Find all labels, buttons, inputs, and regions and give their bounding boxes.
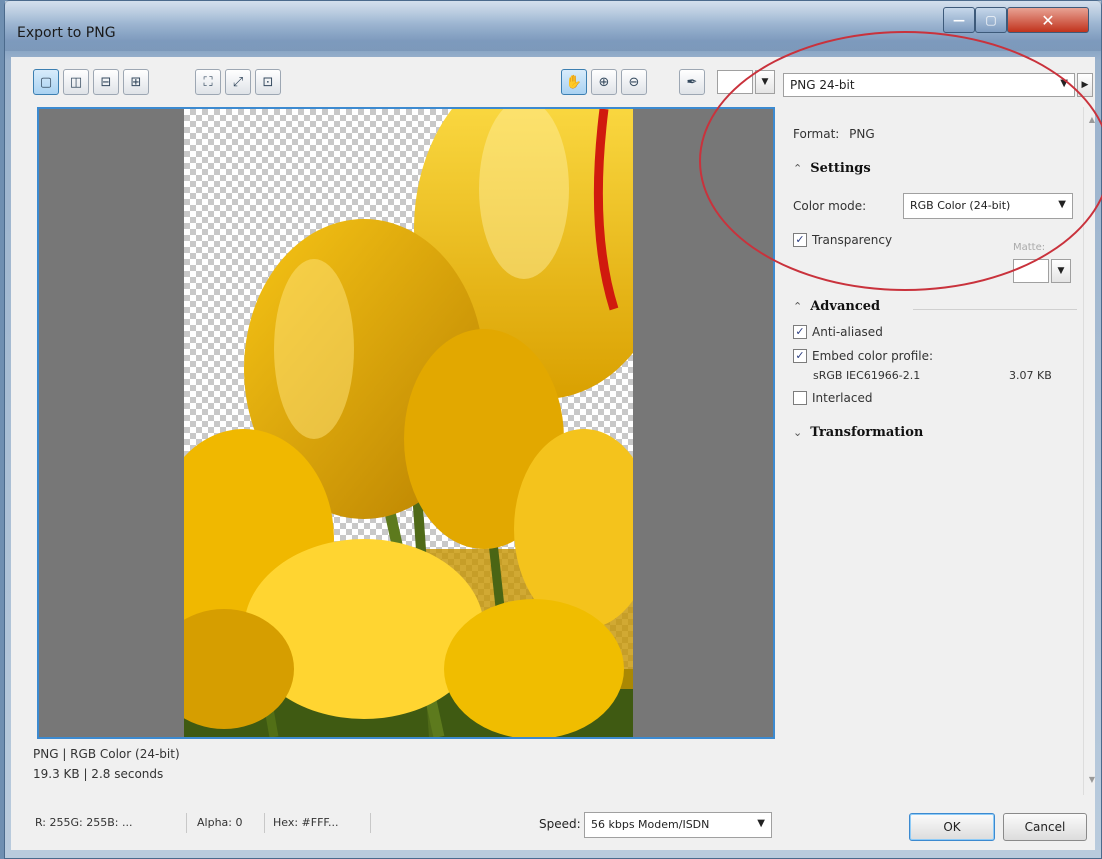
hand-pan-icon: ✋ xyxy=(565,74,583,90)
maximize-icon: ▢ xyxy=(985,13,997,27)
color-mode-select[interactable]: RGB Color (24-bit) ▼ xyxy=(903,193,1073,219)
quad-view-icon: ⊞ xyxy=(130,74,142,90)
rgb-readout: R: 255G: 255B: ... xyxy=(29,813,187,833)
anti-aliased-label: Anti-aliased xyxy=(812,325,883,339)
zoom-in-button[interactable]: ⊕ xyxy=(591,69,617,95)
close-button[interactable]: ✕ xyxy=(1007,7,1089,33)
interlaced-label: Interlaced xyxy=(812,391,873,405)
checkbox-checked-icon: ✓ xyxy=(793,233,807,247)
split-horizontal-button[interactable]: ⊟ xyxy=(93,69,119,95)
fit-image-icon: ⛶ xyxy=(203,74,213,90)
section-divider xyxy=(913,309,1077,310)
split-vertical-button[interactable]: ◫ xyxy=(63,69,89,95)
zoom-actual-icon: ⤢ xyxy=(232,74,244,90)
speed-select-value: 56 kbps Modem/ISDN xyxy=(591,818,710,831)
format-summary: PNG | RGB Color (24-bit) xyxy=(33,747,180,761)
close-icon: ✕ xyxy=(1041,10,1055,30)
presets-menu-button[interactable]: ▶ xyxy=(1077,73,1093,97)
format-label: Format: xyxy=(793,127,840,141)
speed-label: Speed: xyxy=(539,817,581,831)
eyedropper-icon: ✒ xyxy=(686,74,698,90)
panel-scrollbar[interactable]: ▲ ▼ xyxy=(1083,107,1099,795)
matte-color-dropdown[interactable]: ▼ xyxy=(1051,259,1071,283)
export-dialog-window: Export to PNG — ▢ ✕ ▢ ◫ ⊟ ⊞ ⛶ ⤢ ⊡ ✋ ⊕ ⊖ … xyxy=(4,0,1102,859)
export-settings-panel: ▲ ▼ Format: PNG ⌃ Settings Color mode: RG… xyxy=(783,107,1099,797)
size-time-summary: 19.3 KB | 2.8 seconds xyxy=(33,767,164,781)
alpha-readout: Alpha: 0 xyxy=(191,813,265,833)
background-color-dropdown[interactable]: ▼ xyxy=(755,70,775,94)
advanced-header-label: Advanced xyxy=(810,299,881,314)
embed-profile-label: Embed color profile: xyxy=(812,349,934,363)
zoom-in-icon: ⊕ xyxy=(598,74,610,90)
scroll-down-icon[interactable]: ▼ xyxy=(1084,775,1100,791)
format-value: PNG xyxy=(849,127,875,141)
profile-size: 3.07 KB xyxy=(1009,369,1052,382)
hand-pan-button[interactable]: ✋ xyxy=(561,69,587,95)
advanced-section-header[interactable]: ⌃ Advanced xyxy=(793,299,880,314)
single-view-button[interactable]: ▢ xyxy=(33,69,59,95)
title-bar[interactable]: Export to PNG — ▢ ✕ xyxy=(5,1,1101,51)
matte-color-swatch[interactable] xyxy=(1013,259,1049,283)
hex-readout: Hex: #FFF... xyxy=(267,813,371,833)
chevron-down-icon: ▼ xyxy=(1058,199,1066,210)
color-mode-label: Color mode: xyxy=(793,199,867,213)
chevron-up-icon: ⌃ xyxy=(793,162,803,175)
zoom-out-icon: ⊖ xyxy=(628,74,640,90)
format-row: Format: PNG xyxy=(793,127,875,141)
matte-label: Matte: xyxy=(1013,242,1046,253)
color-mode-value: RGB Color (24-bit) xyxy=(910,199,1011,212)
split-vertical-icon: ◫ xyxy=(69,74,83,90)
zoom-actual-button[interactable]: ⤢ xyxy=(225,69,251,95)
minimize-button[interactable]: — xyxy=(943,7,975,33)
checkbox-unchecked-icon xyxy=(793,391,807,405)
tulip-photo xyxy=(184,109,633,737)
zoom-page-icon: ⊡ xyxy=(262,74,274,90)
anti-aliased-checkbox[interactable]: ✓ Anti-aliased xyxy=(793,325,883,339)
chevron-up-icon: ⌃ xyxy=(793,300,803,313)
single-view-icon: ▢ xyxy=(39,74,53,90)
chevron-down-icon: ▼ xyxy=(1057,266,1065,276)
chevron-down-icon: ⌄ xyxy=(793,426,803,439)
image-preview[interactable] xyxy=(37,107,775,739)
format-select[interactable]: PNG 24-bit ▼ xyxy=(783,73,1075,97)
transformation-section-header[interactable]: ⌄ Transformation xyxy=(793,425,923,440)
scroll-up-icon[interactable]: ▲ xyxy=(1084,115,1100,131)
background-color-swatch[interactable] xyxy=(717,70,753,94)
checkbox-checked-icon: ✓ xyxy=(793,325,807,339)
chevron-down-icon: ▼ xyxy=(1060,78,1068,89)
dialog-client-area: ▢ ◫ ⊟ ⊞ ⛶ ⤢ ⊡ ✋ ⊕ ⊖ ✒ ▼ PNG 24-bit ▼ ▶ P… xyxy=(11,57,1095,850)
minimize-icon: — xyxy=(953,13,965,27)
quad-view-button[interactable]: ⊞ xyxy=(123,69,149,95)
profile-name: sRGB IEC61966-2.1 xyxy=(813,369,921,382)
arrow-right-icon: ▶ xyxy=(1081,80,1089,90)
settings-header-label: Settings xyxy=(810,161,871,176)
fit-image-button[interactable]: ⛶ xyxy=(195,69,221,95)
transformation-header-label: Transformation xyxy=(810,425,924,440)
embed-profile-checkbox[interactable]: ✓ Embed color profile: xyxy=(793,349,933,363)
eyedropper-button[interactable]: ✒ xyxy=(679,69,705,95)
settings-section-header[interactable]: ⌃ Settings xyxy=(793,161,871,176)
transparency-checkbox[interactable]: ✓ Transparency xyxy=(793,233,892,247)
ok-button[interactable]: OK xyxy=(909,813,995,841)
checkbox-checked-icon: ✓ xyxy=(793,349,807,363)
chevron-down-icon: ▼ xyxy=(757,818,765,829)
tulip-image xyxy=(184,109,633,737)
cancel-button[interactable]: Cancel xyxy=(1003,813,1087,841)
speed-select[interactable]: 56 kbps Modem/ISDN ▼ xyxy=(584,812,772,838)
window-title: Export to PNG xyxy=(17,25,116,41)
zoom-out-button[interactable]: ⊖ xyxy=(621,69,647,95)
interlaced-checkbox[interactable]: Interlaced xyxy=(793,391,872,405)
toolbar: ▢ ◫ ⊟ ⊞ ⛶ ⤢ ⊡ ✋ ⊕ ⊖ ✒ ▼ PNG 24-bit ▼ ▶ xyxy=(11,57,1095,109)
transparency-label: Transparency xyxy=(812,233,893,247)
split-horizontal-icon: ⊟ xyxy=(100,74,112,90)
maximize-button[interactable]: ▢ xyxy=(975,7,1007,33)
format-select-value: PNG 24-bit xyxy=(790,78,855,92)
chevron-down-icon: ▼ xyxy=(761,77,769,87)
zoom-page-button[interactable]: ⊡ xyxy=(255,69,281,95)
